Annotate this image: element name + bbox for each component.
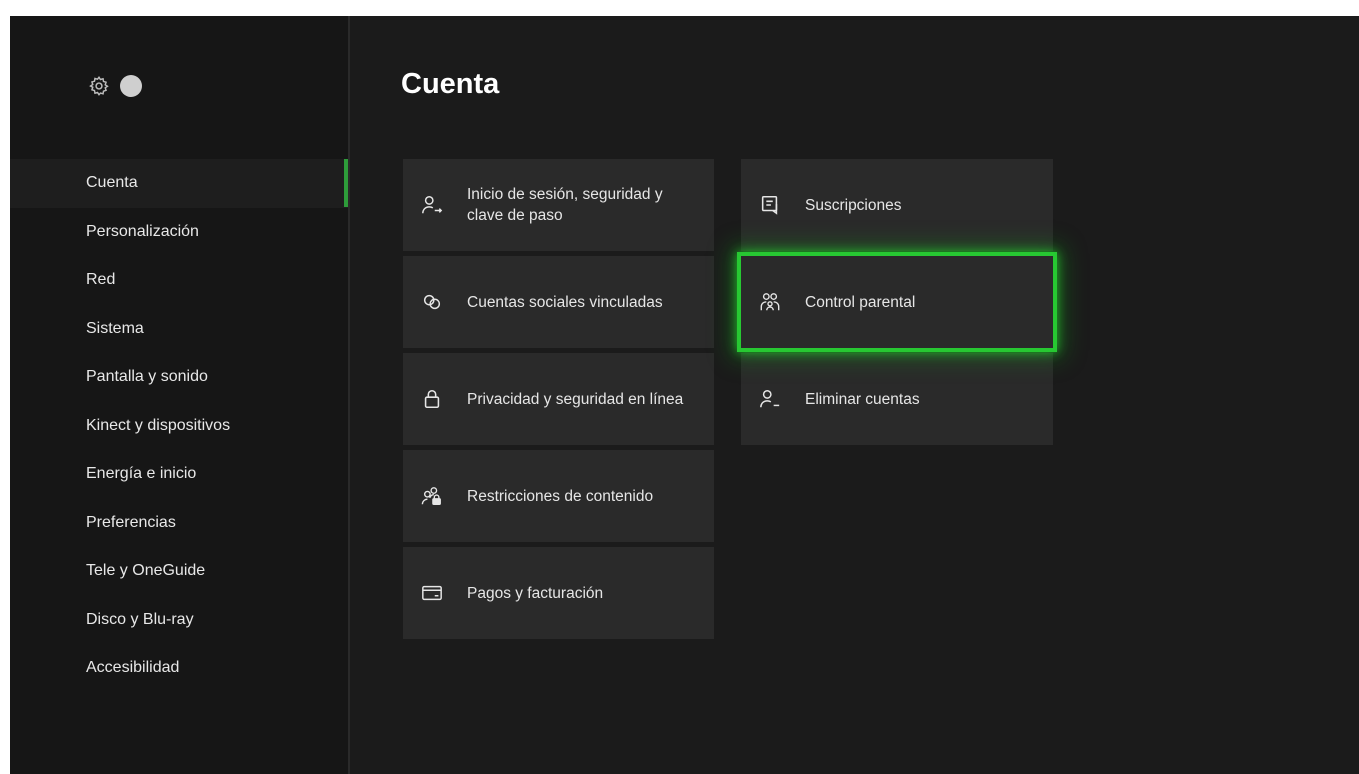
sidebar-item-personalizacion[interactable]: Personalización <box>10 208 350 257</box>
sidebar-item-label: Disco y Blu-ray <box>86 610 194 628</box>
sidebar-item-label: Tele y OneGuide <box>86 562 206 579</box>
tile-eliminar-cuentas[interactable]: Eliminar cuentas <box>741 353 1053 445</box>
people-lock-icon <box>421 485 443 507</box>
tile-label: Eliminar cuentas <box>805 390 920 408</box>
tile-cuentas-sociales[interactable]: Cuentas sociales vinculadas <box>403 256 714 348</box>
sidebar-item-preferencias[interactable]: Preferencias <box>10 499 350 548</box>
credit-card-icon <box>421 582 443 604</box>
subscription-icon <box>759 194 781 216</box>
tile-suscripciones[interactable]: Suscripciones <box>741 159 1053 251</box>
sidebar-item-label: Sistema <box>86 319 144 337</box>
tile-label: Suscripciones <box>805 196 902 214</box>
tile-label: Inicio de sesión, seguridad y clave de p… <box>467 186 663 224</box>
console-screen: Cuenta Personalización Red Sistema Panta… <box>10 16 1359 774</box>
person-remove-icon <box>759 388 781 410</box>
person-key-icon <box>421 194 443 216</box>
sidebar-item-sistema[interactable]: Sistema <box>10 305 350 354</box>
sidebar-item-accesibilidad[interactable]: Accesibilidad <box>10 644 350 693</box>
lock-icon <box>421 388 443 410</box>
tile-label: Privacidad y seguridad en línea <box>467 390 684 408</box>
sidebar-item-label: Accesibilidad <box>86 659 180 676</box>
sidebar-item-label: Red <box>86 271 116 288</box>
tile-label: Control parental <box>805 293 916 311</box>
sidebar-nav: Cuenta Personalización Red Sistema Panta… <box>10 159 350 693</box>
sidebar-item-kinect-dispositivos[interactable]: Kinect y dispositivos <box>10 402 350 451</box>
tile-label: Cuentas sociales vinculadas <box>467 293 663 311</box>
sidebar-item-red[interactable]: Red <box>10 256 350 305</box>
sidebar-item-label: Kinect y dispositivos <box>86 416 231 434</box>
page-title: Cuenta <box>401 68 500 100</box>
avatar[interactable] <box>120 75 142 97</box>
family-icon <box>759 291 781 313</box>
tile-inicio-sesion[interactable]: Inicio de sesión, seguridad y clave de p… <box>403 159 714 251</box>
sidebar-item-cuenta[interactable]: Cuenta <box>10 159 350 208</box>
sidebar-item-label: Cuenta <box>86 174 138 191</box>
tile-label: Restricciones de contenido <box>467 487 654 505</box>
tile-restricciones[interactable]: Restricciones de contenido <box>403 450 714 542</box>
sidebar-item-energia-inicio[interactable]: Energía e inicio <box>10 450 350 499</box>
sidebar-item-tele-oneguide[interactable]: Tele y OneGuide <box>10 547 350 596</box>
sidebar-item-label: Pantalla y sonido <box>86 368 208 385</box>
sidebar-item-label: Preferencias <box>86 513 176 531</box>
sidebar-item-pantalla-sonido[interactable]: Pantalla y sonido <box>10 353 350 402</box>
settings-sidebar: Cuenta Personalización Red Sistema Panta… <box>10 16 350 774</box>
tile-privacidad[interactable]: Privacidad y seguridad en línea <box>403 353 714 445</box>
sidebar-item-label: Energía e inicio <box>86 465 197 482</box>
sidebar-divider <box>348 16 350 774</box>
gear-icon[interactable] <box>88 75 110 97</box>
sidebar-header <box>88 74 142 98</box>
tile-pagos[interactable]: Pagos y facturación <box>403 547 714 639</box>
tile-label: Pagos y facturación <box>467 584 604 602</box>
tile-control-parental[interactable]: Control parental <box>737 252 1057 352</box>
linked-rings-icon <box>421 291 443 313</box>
sidebar-item-disco-bluray[interactable]: Disco y Blu-ray <box>10 596 350 645</box>
sidebar-item-label: Personalización <box>86 222 199 240</box>
